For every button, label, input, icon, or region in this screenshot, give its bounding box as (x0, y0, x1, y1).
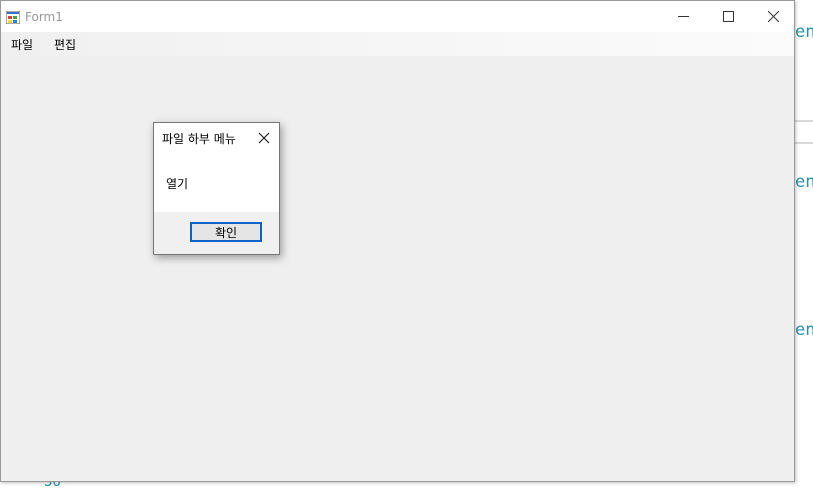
ok-button[interactable]: 확인 (190, 222, 262, 242)
background-code-fragment: en (795, 172, 813, 192)
close-button[interactable] (750, 1, 796, 32)
dialog-message: 열기 (166, 177, 189, 191)
background-code-fragment: en (795, 320, 813, 340)
dialog-close-icon[interactable] (257, 131, 271, 145)
minimize-icon (677, 16, 689, 17)
background-code-fragment: en (795, 22, 813, 42)
app-icon[interactable] (6, 11, 20, 24)
maximize-icon (722, 11, 734, 22)
ok-button-label: 확인 (214, 225, 238, 240)
message-box-dialog: 파일 하부 메뉴 열기 확인 (153, 122, 280, 255)
background-divider (795, 142, 813, 144)
main-window: Form1 파일 편집 (0, 0, 795, 482)
title-bar[interactable]: Form1 (1, 1, 794, 32)
close-icon (767, 11, 779, 22)
dialog-title: 파일 하부 메뉴 (162, 132, 236, 146)
menu-item-file[interactable]: 파일 (11, 36, 33, 53)
minimize-button[interactable] (660, 1, 706, 32)
menu-bar: 파일 편집 (1, 32, 794, 56)
form-client-area (1, 56, 794, 481)
maximize-button[interactable] (705, 1, 751, 32)
dialog-button-area: 확인 (154, 212, 279, 254)
menu-item-edit[interactable]: 편집 (54, 36, 76, 53)
window-title: Form1 (25, 10, 63, 24)
background-divider (795, 120, 813, 122)
